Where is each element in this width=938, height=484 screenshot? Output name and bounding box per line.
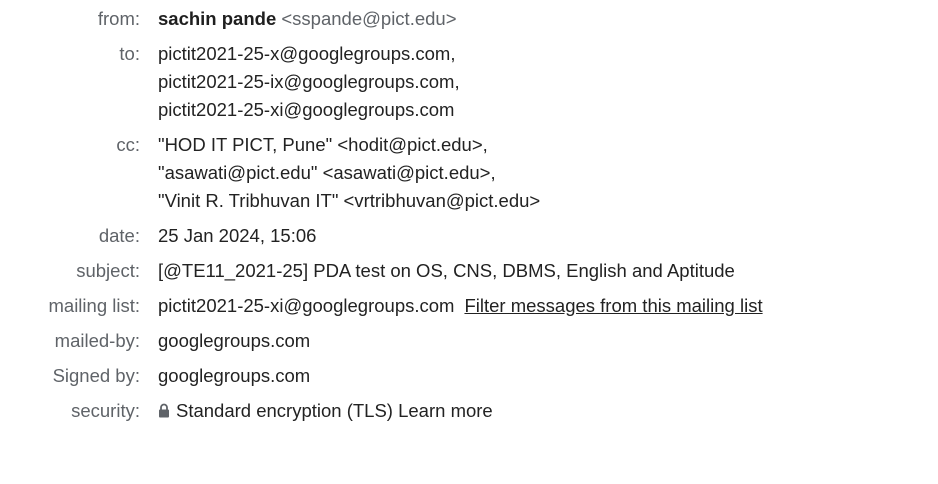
to-recipient: pictit2021-25-xi@googlegroups.com [158, 99, 455, 120]
mailing-list-address: pictit2021-25-xi@googlegroups.com [158, 295, 455, 316]
to-recipients: pictit2021-25-x@googlegroups.com, pictit… [158, 40, 460, 124]
sender-email: <sspande@pict.edu> [281, 8, 457, 29]
date-label: date: [98, 225, 140, 246]
sender-name: sachin pande [158, 8, 277, 29]
mailing-list-value: pictit2021-25-xi@googlegroups.com Filter … [158, 292, 763, 320]
cc-row: cc: "HOD IT PICT, Pune" <hodit@pict.edu>… [0, 131, 938, 215]
to-recipient: pictit2021-25-x@googlegroups.com, [158, 43, 456, 64]
learn-more-link[interactable]: Learn more [398, 400, 493, 421]
security-label: security: [71, 400, 140, 421]
from-row: from: sachin pande <sspande@pict.edu> [0, 5, 938, 33]
cc-recipient: "Vinit R. Tribhuvan IT" <vrtribhuvan@pic… [158, 190, 541, 211]
subject-value: [@TE11_2021-25] PDA test on OS, CNS, DBM… [158, 260, 735, 281]
mailing-list-row: mailing list: pictit2021-25-xi@googlegro… [0, 292, 938, 320]
mailed-by-row: mailed-by: googlegroups.com [0, 327, 938, 355]
signed-by-label: Signed by: [52, 365, 140, 386]
to-label: to: [119, 43, 140, 64]
cc-recipient: "HOD IT PICT, Pune" <hodit@pict.edu>, [158, 134, 488, 155]
from-value: sachin pande <sspande@pict.edu> [158, 5, 457, 33]
date-value: 25 Jan 2024, 15:06 [158, 225, 317, 246]
cc-recipient: "asawati@pict.edu" <asawati@pict.edu>, [158, 162, 496, 183]
date-row: date: 25 Jan 2024, 15:06 [0, 222, 938, 250]
mailed-by-label: mailed-by: [54, 330, 140, 351]
cc-label: cc: [116, 134, 140, 155]
signed-by-row: Signed by: googlegroups.com [0, 362, 938, 390]
to-recipient: pictit2021-25-ix@googlegroups.com, [158, 71, 460, 92]
security-text: Standard encryption (TLS) [176, 400, 393, 421]
lock-icon [158, 398, 170, 426]
signed-by-value: googlegroups.com [158, 365, 311, 386]
filter-messages-link[interactable]: Filter messages from this mailing list [464, 295, 762, 316]
to-row: to: pictit2021-25-x@googlegroups.com, pi… [0, 40, 938, 124]
subject-label: subject: [76, 260, 140, 281]
security-row: security: Standard encryption (TLS) Lear… [0, 397, 938, 426]
security-value: Standard encryption (TLS) Learn more [158, 397, 493, 426]
from-label: from: [97, 8, 140, 29]
message-details-panel: from: sachin pande <sspande@pict.edu> to… [0, 5, 938, 433]
cc-recipients: "HOD IT PICT, Pune" <hodit@pict.edu>, "a… [158, 131, 540, 215]
mailing-list-label: mailing list: [48, 295, 141, 316]
subject-row: subject: [@TE11_2021-25] PDA test on OS,… [0, 257, 938, 285]
mailed-by-value: googlegroups.com [158, 330, 311, 351]
